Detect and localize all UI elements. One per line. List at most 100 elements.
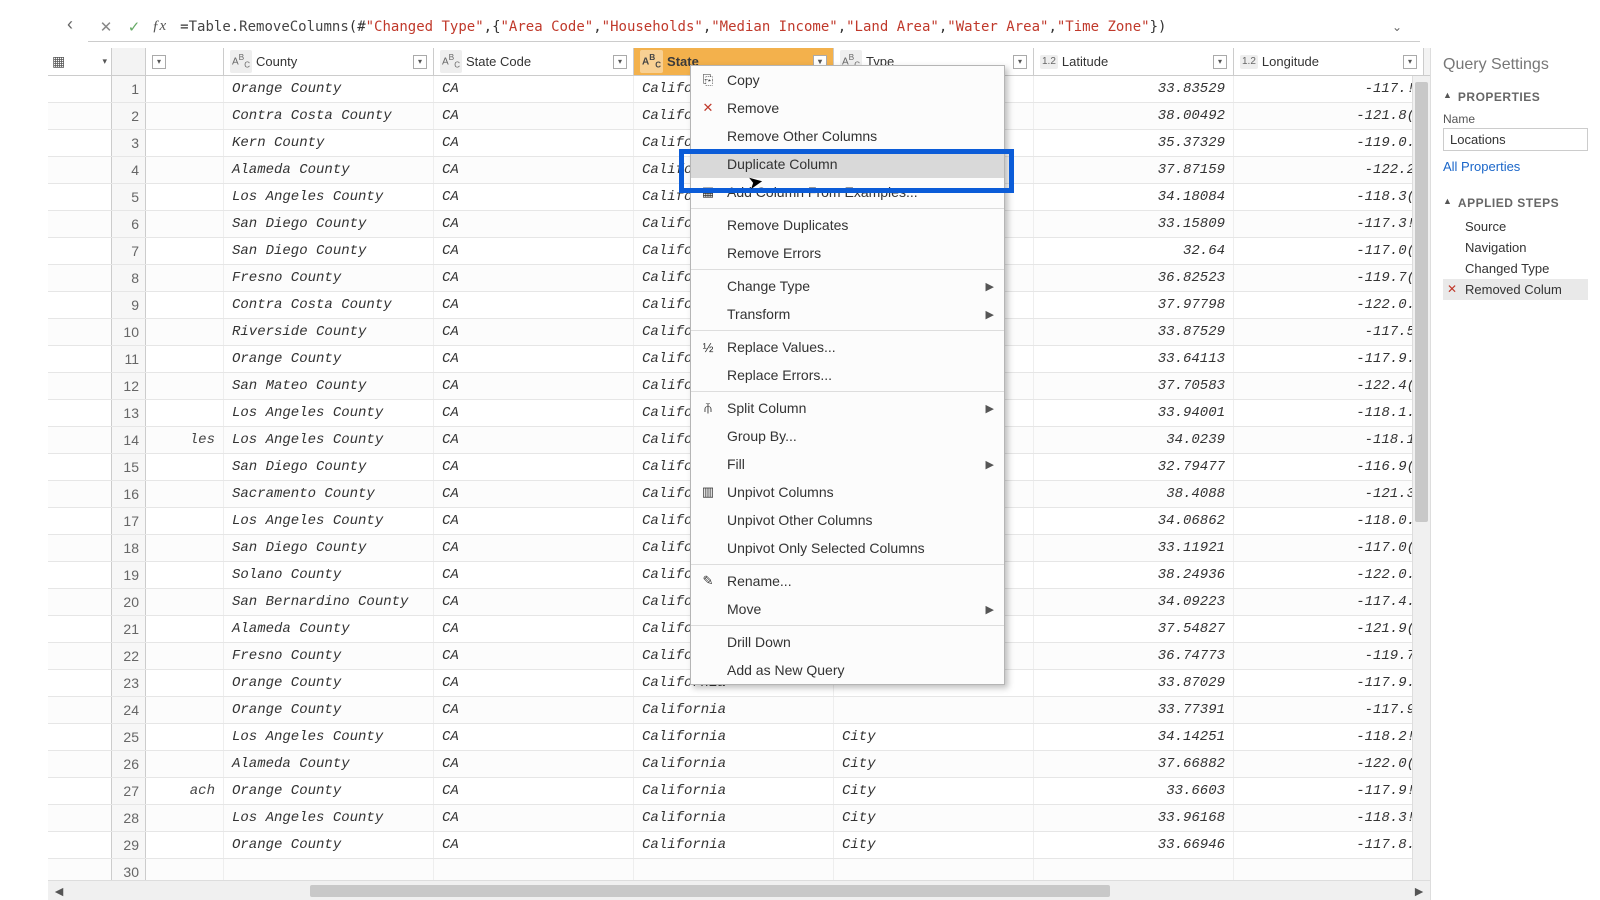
cell[interactable]: Alameda County bbox=[224, 616, 434, 642]
row-number[interactable]: 16 bbox=[112, 481, 146, 507]
row-number[interactable]: 23 bbox=[112, 670, 146, 696]
cell[interactable]: CA bbox=[434, 454, 634, 480]
cell[interactable]: 36.74773 bbox=[1034, 643, 1234, 669]
cell[interactable] bbox=[146, 724, 224, 750]
cell[interactable]: 32.79477 bbox=[1034, 454, 1234, 480]
cell[interactable] bbox=[434, 859, 634, 880]
cell[interactable]: CA bbox=[434, 508, 634, 534]
cell[interactable] bbox=[146, 211, 224, 237]
row-number[interactable]: 1 bbox=[112, 76, 146, 102]
scrollbar-thumb[interactable] bbox=[310, 885, 1110, 897]
cell[interactable]: -118.3! bbox=[1234, 805, 1424, 831]
cell[interactable]: Los Angeles County bbox=[224, 805, 434, 831]
cell[interactable]: 33.77391 bbox=[1034, 697, 1234, 723]
cell[interactable] bbox=[146, 670, 224, 696]
filter-dropdown-icon[interactable]: ▾ bbox=[1213, 55, 1227, 69]
cell[interactable]: -116.9( bbox=[1234, 454, 1424, 480]
cell[interactable]: CA bbox=[434, 346, 634, 372]
applied-step[interactable]: Source bbox=[1443, 216, 1588, 237]
cell[interactable] bbox=[146, 319, 224, 345]
cell[interactable]: CA bbox=[434, 616, 634, 642]
cell[interactable] bbox=[146, 130, 224, 156]
filter-dropdown-icon[interactable]: ▾ bbox=[1013, 55, 1027, 69]
cell[interactable] bbox=[146, 454, 224, 480]
cell[interactable]: 38.00492 bbox=[1034, 103, 1234, 129]
cell[interactable]: 35.37329 bbox=[1034, 130, 1234, 156]
cell[interactable]: 33.66946 bbox=[1034, 832, 1234, 858]
menu-item[interactable]: ✕Remove bbox=[691, 94, 1004, 122]
cell[interactable]: City bbox=[834, 724, 1034, 750]
cell[interactable]: 38.4088 bbox=[1034, 481, 1234, 507]
row-number[interactable]: 22 bbox=[112, 643, 146, 669]
row-number[interactable]: 4 bbox=[112, 157, 146, 183]
row-number[interactable]: 13 bbox=[112, 400, 146, 426]
row-number[interactable]: 12 bbox=[112, 373, 146, 399]
cell[interactable] bbox=[146, 103, 224, 129]
cell[interactable]: 37.70583 bbox=[1034, 373, 1234, 399]
column-header-county[interactable]: ABCCounty▾ bbox=[224, 48, 434, 75]
cell[interactable]: -117.5 bbox=[1234, 319, 1424, 345]
row-number[interactable]: 9 bbox=[112, 292, 146, 318]
menu-item[interactable]: ⎘Copy bbox=[691, 66, 1004, 94]
cell[interactable]: CA bbox=[434, 157, 634, 183]
row-number[interactable]: 7 bbox=[112, 238, 146, 264]
cell[interactable]: 36.82523 bbox=[1034, 265, 1234, 291]
cell[interactable]: 32.64 bbox=[1034, 238, 1234, 264]
menu-item[interactable]: Unpivot Only Selected Columns bbox=[691, 534, 1004, 562]
scrollbar-thumb[interactable] bbox=[1415, 82, 1428, 522]
cell[interactable]: San Mateo County bbox=[224, 373, 434, 399]
cell[interactable] bbox=[146, 535, 224, 561]
cell[interactable]: -121.9( bbox=[1234, 616, 1424, 642]
menu-item[interactable]: Add as New Query bbox=[691, 656, 1004, 684]
scroll-right-icon[interactable]: ► bbox=[1408, 883, 1430, 899]
menu-item[interactable]: Remove Other Columns bbox=[691, 122, 1004, 150]
cell[interactable]: CA bbox=[434, 76, 634, 102]
cell[interactable]: City bbox=[834, 832, 1034, 858]
cell[interactable]: -117.9. bbox=[1234, 346, 1424, 372]
cell[interactable] bbox=[146, 859, 224, 880]
cell[interactable]: Los Angeles County bbox=[224, 508, 434, 534]
cell[interactable]: -118.3( bbox=[1234, 184, 1424, 210]
menu-item[interactable]: ✎Rename... bbox=[691, 567, 1004, 595]
steps-section-toggle[interactable]: ▲APPLIED STEPS bbox=[1443, 188, 1588, 214]
cell[interactable] bbox=[146, 76, 224, 102]
row-number[interactable]: 11 bbox=[112, 346, 146, 372]
cell[interactable]: CA bbox=[434, 589, 634, 615]
cell[interactable]: ach bbox=[146, 778, 224, 804]
menu-item[interactable]: ½Replace Values... bbox=[691, 333, 1004, 361]
cell[interactable]: Fresno County bbox=[224, 265, 434, 291]
cell[interactable]: CA bbox=[434, 697, 634, 723]
menu-item[interactable]: Duplicate Column bbox=[691, 150, 1004, 178]
cell[interactable]: 34.06862 bbox=[1034, 508, 1234, 534]
cell[interactable]: Alameda County bbox=[224, 157, 434, 183]
cell[interactable]: CA bbox=[434, 211, 634, 237]
cell[interactable]: CA bbox=[434, 805, 634, 831]
row-number[interactable]: 10 bbox=[112, 319, 146, 345]
filter-dropdown-icon[interactable]: ▾ bbox=[413, 55, 427, 69]
cell[interactable] bbox=[146, 292, 224, 318]
cell[interactable]: Orange County bbox=[224, 778, 434, 804]
cell[interactable] bbox=[146, 481, 224, 507]
cell[interactable] bbox=[634, 859, 834, 880]
cell[interactable] bbox=[146, 643, 224, 669]
cell[interactable]: -117.9! bbox=[1234, 778, 1424, 804]
cell[interactable]: CA bbox=[434, 319, 634, 345]
cell[interactable]: CA bbox=[434, 535, 634, 561]
cell[interactable]: -121.8( bbox=[1234, 103, 1424, 129]
vertical-scrollbar[interactable] bbox=[1412, 76, 1430, 882]
cell[interactable]: San Diego County bbox=[224, 238, 434, 264]
cell[interactable]: -117.0( bbox=[1234, 238, 1424, 264]
cell[interactable]: 34.09223 bbox=[1034, 589, 1234, 615]
cell[interactable]: CA bbox=[434, 832, 634, 858]
cell[interactable]: 33.64113 bbox=[1034, 346, 1234, 372]
cell[interactable]: -118.1. bbox=[1234, 400, 1424, 426]
cell[interactable]: City bbox=[834, 778, 1034, 804]
menu-item[interactable]: Replace Errors... bbox=[691, 361, 1004, 389]
row-number[interactable]: 2 bbox=[112, 103, 146, 129]
cell[interactable]: 38.24936 bbox=[1034, 562, 1234, 588]
cell[interactable]: Contra Costa County bbox=[224, 103, 434, 129]
cell[interactable]: 34.14251 bbox=[1034, 724, 1234, 750]
row-number[interactable]: 17 bbox=[112, 508, 146, 534]
cell[interactable]: -118.0. bbox=[1234, 508, 1424, 534]
cell[interactable]: -117.0( bbox=[1234, 535, 1424, 561]
